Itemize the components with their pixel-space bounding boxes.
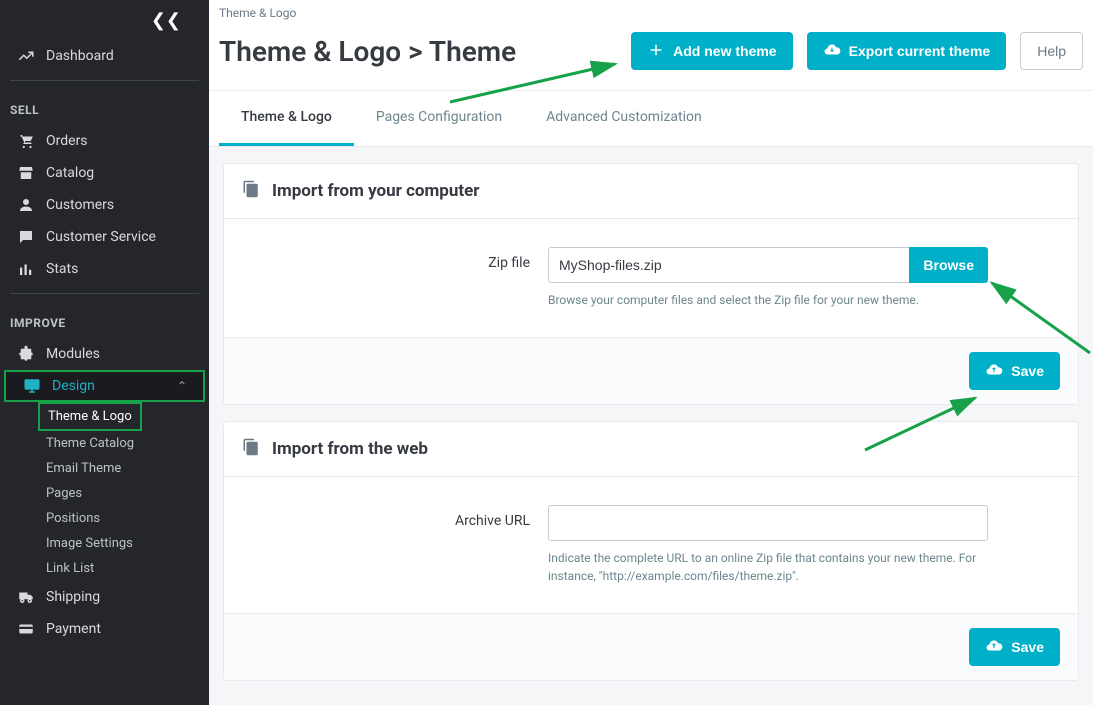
store-icon (16, 164, 36, 182)
tabs: Theme & LogoPages ConfigurationAdvanced … (209, 91, 1093, 147)
card-header: Import from the web (224, 422, 1078, 477)
zip-file-help: Browse your computer files and select th… (548, 291, 988, 309)
sidebar-divider (10, 293, 199, 294)
monitor-icon (22, 377, 42, 395)
truck-icon (16, 588, 36, 606)
person-icon (16, 196, 36, 214)
sidebar-subitem-theme-and-logo[interactable]: Theme & Logo (38, 402, 142, 431)
import-from-computer-card: Import from your computer Zip file Brows… (223, 163, 1079, 405)
help-label: Help (1037, 43, 1066, 59)
sidebar-item-modules[interactable]: Modules (0, 338, 209, 370)
bar-icon (16, 260, 36, 278)
import-from-web-card: Import from the web Archive URL Indicate… (223, 421, 1079, 681)
sidebar-item-customers[interactable]: Customers (0, 189, 209, 221)
archive-url-row: Archive URL Indicate the complete URL to… (248, 505, 1054, 585)
cloud-upload-icon (985, 637, 1003, 658)
sidebar-item-label: Payment (46, 621, 101, 637)
plus-icon (647, 41, 665, 62)
card-body: Zip file Browse Browse your computer fil… (224, 219, 1078, 337)
sidebar-item-catalog[interactable]: Catalog (0, 157, 209, 189)
sidebar-item-label: Shipping (46, 589, 100, 605)
content-area: Import from your computer Zip file Brows… (209, 147, 1093, 705)
card-title: Import from the web (272, 439, 428, 459)
zip-file-row: Zip file Browse Browse your computer fil… (248, 247, 1054, 309)
tab-advanced-customization[interactable]: Advanced Customization (524, 91, 724, 146)
tab-pages-configuration[interactable]: Pages Configuration (354, 91, 524, 146)
export-current-theme-button[interactable]: Export current theme (807, 32, 1007, 70)
sidebar-subitem-email-theme[interactable]: Email Theme (38, 456, 209, 481)
cloud-upload-icon (985, 361, 1003, 382)
card-body: Archive URL Indicate the complete URL to… (224, 477, 1078, 613)
sidebar-submenu: Theme & LogoTheme CatalogEmail ThemePage… (0, 402, 209, 581)
sidebar-subitem-positions[interactable]: Positions (38, 506, 209, 531)
help-button[interactable]: Help (1020, 32, 1083, 70)
sidebar-item-dashboard[interactable]: Dashboard (0, 40, 209, 72)
save-label: Save (1011, 363, 1044, 379)
archive-url-help: Indicate the complete URL to an online Z… (548, 549, 988, 585)
file-copy-icon (242, 438, 260, 460)
add-new-theme-label: Add new theme (673, 43, 776, 59)
archive-url-field: Indicate the complete URL to an online Z… (548, 505, 988, 585)
sidebar-item-label: Modules (46, 346, 100, 362)
sidebar-item-label: Orders (46, 133, 88, 149)
save-label: Save (1011, 639, 1044, 655)
add-new-theme-button[interactable]: Add new theme (631, 32, 792, 70)
card-footer: Save (224, 337, 1078, 404)
chevron-up-icon: ⌃ (177, 379, 187, 393)
file-input-group: Browse (548, 247, 988, 283)
card-icon (16, 620, 36, 638)
sidebar-item-label: Stats (46, 261, 78, 277)
file-copy-icon (242, 180, 260, 202)
zip-file-input[interactable] (548, 247, 909, 283)
trend-icon (16, 47, 36, 65)
card-footer: Save (224, 613, 1078, 680)
sidebar-item-label: Customer Service (46, 229, 156, 245)
sidebar-subitem-image-settings[interactable]: Image Settings (38, 531, 209, 556)
sidebar-item-shipping[interactable]: Shipping (0, 581, 209, 613)
sidebar-section-title: IMPROVE (0, 302, 209, 338)
archive-url-input[interactable] (548, 505, 988, 541)
sidebar-item-label: Customers (46, 197, 114, 213)
save-button[interactable]: Save (969, 628, 1060, 666)
page-title: Theme & Logo > Theme (219, 35, 617, 68)
sidebar-collapse-toggle[interactable]: ❮❮ (0, 0, 209, 40)
sidebar-subitem-link-list[interactable]: Link List (38, 556, 209, 581)
chevron-left-icon: ❮❮ (151, 10, 181, 31)
main-content: Theme & Logo Theme & Logo > Theme Add ne… (209, 0, 1093, 705)
save-button[interactable]: Save (969, 352, 1060, 390)
sidebar-item-payment[interactable]: Payment (0, 613, 209, 645)
puzzle-icon (16, 345, 36, 363)
breadcrumb: Theme & Logo (209, 0, 1093, 20)
chat-icon (16, 228, 36, 246)
sidebar-item-label: Design (52, 378, 95, 394)
browse-button[interactable]: Browse (909, 247, 988, 283)
sidebar-item-label: Dashboard (46, 48, 114, 64)
page-header: Theme & Logo > Theme Add new theme Expor… (209, 20, 1093, 91)
sidebar-divider (10, 80, 199, 81)
sidebar-item-stats[interactable]: Stats (0, 253, 209, 285)
sidebar: ❮❮ Dashboard SELL Orders Catalog Customers C… (0, 0, 209, 705)
sidebar-item-customer-service[interactable]: Customer Service (0, 221, 209, 253)
sidebar-item-design[interactable]: Design ⌃ (4, 370, 205, 402)
sidebar-item-label: Catalog (46, 165, 94, 181)
sidebar-item-orders[interactable]: Orders (0, 125, 209, 157)
card-header: Import from your computer (224, 164, 1078, 219)
archive-url-label: Archive URL (248, 505, 548, 529)
tab-theme-and-logo[interactable]: Theme & Logo (219, 91, 354, 146)
card-title: Import from your computer (272, 181, 480, 201)
sidebar-subitem-theme-catalog[interactable]: Theme Catalog (38, 431, 209, 456)
cart-icon (16, 132, 36, 150)
sidebar-section-title: SELL (0, 89, 209, 125)
sidebar-subitem-pages[interactable]: Pages (38, 481, 209, 506)
zip-file-label: Zip file (248, 247, 548, 271)
cloud-download-icon (823, 41, 841, 62)
export-theme-label: Export current theme (849, 43, 991, 59)
zip-file-field: Browse Browse your computer files and se… (548, 247, 988, 309)
